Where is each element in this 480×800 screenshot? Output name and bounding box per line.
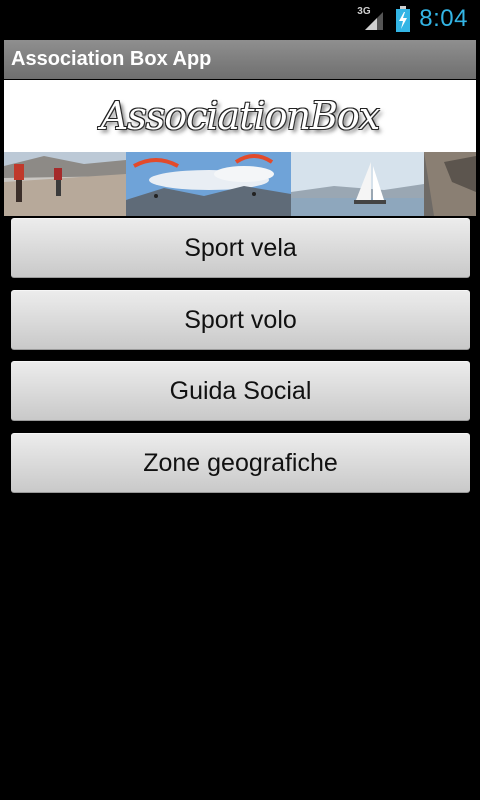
sport-volo-button[interactable]: Sport volo	[11, 290, 470, 350]
app-title-bar: Association Box App	[4, 40, 476, 79]
hikers-photo	[4, 152, 126, 216]
zone-geografiche-button[interactable]: Zone geografiche	[11, 433, 470, 493]
guida-social-label: Guida Social	[169, 376, 312, 405]
logo-area: AssociationBox	[4, 80, 476, 152]
status-clock: 8:04	[419, 5, 468, 32]
rock-photo	[424, 152, 476, 216]
sport-vela-button[interactable]: Sport vela	[11, 218, 470, 278]
guida-social-button[interactable]: Guida Social	[11, 361, 470, 421]
association-box-logo: AssociationBox	[100, 94, 380, 138]
photo-strip	[4, 152, 476, 216]
paragliders-photo	[126, 152, 291, 216]
status-bar: 3G 8:04	[0, 0, 480, 38]
sport-vela-label: Sport vela	[184, 233, 297, 262]
sport-volo-label: Sport volo	[184, 305, 297, 334]
app-screen: 3G 8:04 Association Box App AssociationB…	[0, 0, 480, 800]
zone-geografiche-label: Zone geografiche	[143, 448, 338, 477]
battery-charging-icon	[396, 6, 411, 32]
app-title: Association Box App	[11, 48, 212, 70]
signal-3g-icon: 3G	[357, 6, 387, 32]
sailboat-photo	[291, 152, 424, 216]
header-banner: AssociationBox	[4, 80, 476, 216]
